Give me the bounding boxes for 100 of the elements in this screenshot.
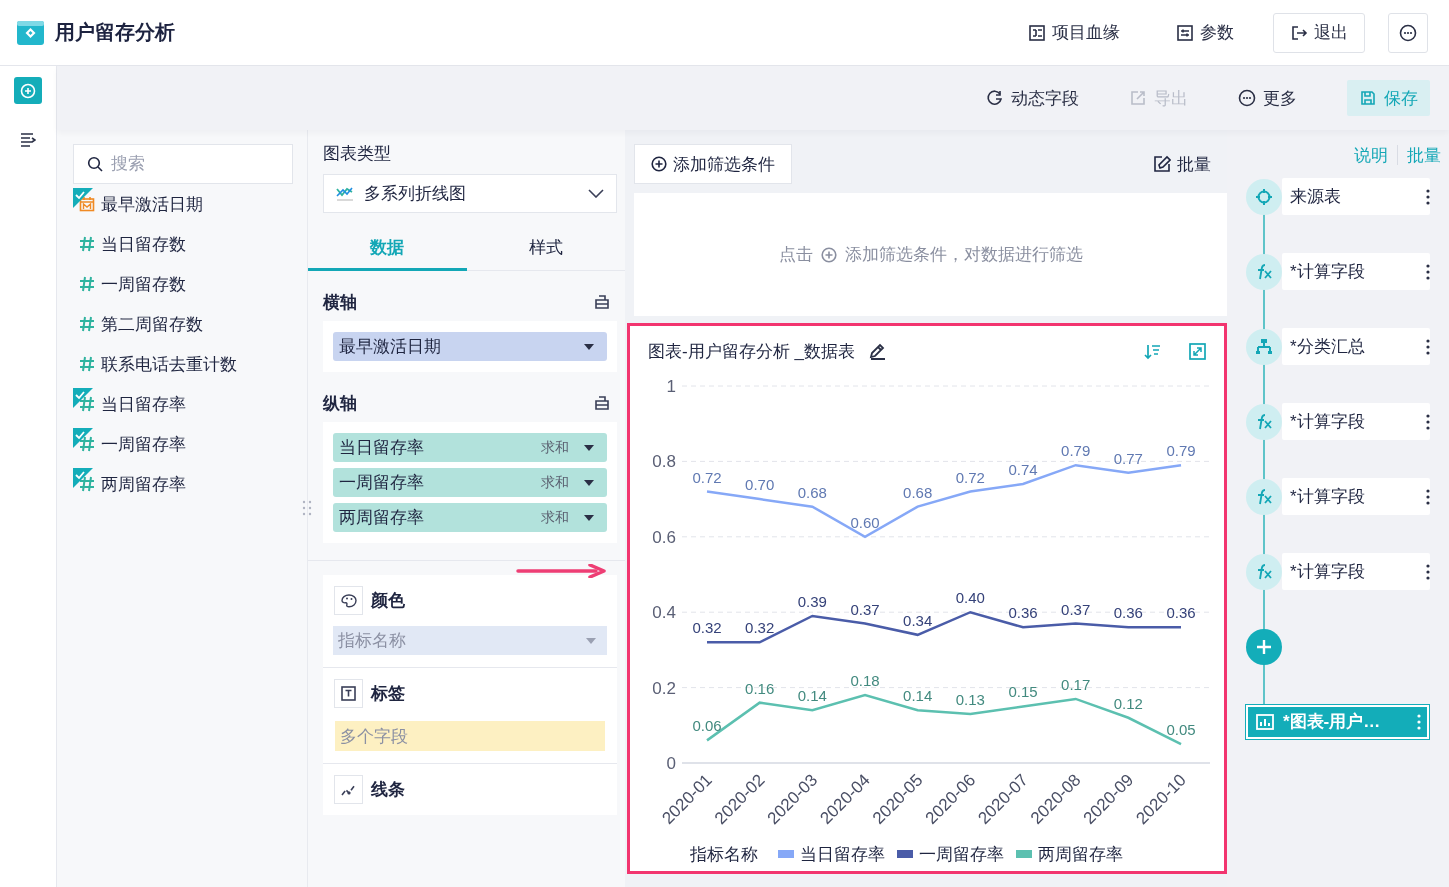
plus-circle-icon — [651, 156, 667, 172]
fullscreen-icon[interactable] — [1189, 342, 1206, 360]
dropdown-icon — [583, 443, 595, 452]
palette-button[interactable] — [334, 586, 363, 615]
save-icon — [1359, 89, 1377, 107]
data-label: 0.12 — [1113, 694, 1143, 712]
calendar-icon — [79, 196, 95, 212]
target-icon — [1255, 187, 1273, 206]
legend-label[interactable]: 两周留存率 — [1038, 842, 1123, 866]
lineage-button[interactable]: 项目血缘 — [1028, 12, 1120, 53]
add-step-button[interactable] — [1246, 628, 1282, 665]
sort-icon[interactable] — [1144, 342, 1161, 360]
y-tick-label: 0.6 — [652, 527, 676, 547]
number-field-icon — [79, 436, 95, 452]
export-icon — [1129, 89, 1147, 107]
field-item[interactable]: 一周留存数 — [73, 264, 293, 304]
more-vertical-icon[interactable] — [1426, 488, 1430, 505]
parameters-icon — [1176, 23, 1194, 42]
step-node[interactable] — [1246, 178, 1282, 215]
data-label: 0.13 — [955, 691, 985, 708]
legend-label[interactable]: 当日留存率 — [800, 842, 885, 866]
field-pill[interactable]: 当日留存率 求和 — [333, 433, 607, 462]
field-item[interactable]: 当日留存数 — [73, 224, 293, 264]
data-label: 0.36 — [1166, 604, 1196, 622]
clear-icon[interactable] — [593, 394, 611, 412]
field-name: 一周留存数 — [101, 273, 186, 296]
number-field-icon — [79, 316, 95, 332]
field-item[interactable]: 最早激活日期 — [73, 184, 293, 224]
hint-text: 添加筛选条件，对数据进行筛选 — [844, 244, 1083, 266]
lineage-icon — [1028, 23, 1046, 42]
y-tick-label: 1 — [666, 377, 676, 396]
number-field-icon — [79, 476, 95, 492]
more-vertical-icon[interactable] — [1426, 188, 1430, 205]
more-vertical-icon[interactable] — [1426, 263, 1430, 280]
data-label: 0.15 — [1008, 683, 1038, 701]
drag-handle[interactable] — [302, 500, 312, 516]
parameters-button[interactable]: 参数 — [1176, 12, 1234, 53]
field-item[interactable]: 当日留存率 — [73, 384, 293, 424]
data-label: 0.34 — [903, 611, 933, 629]
field-pill[interactable]: 两周留存率 求和 — [333, 503, 607, 532]
function-icon — [1255, 563, 1273, 580]
step-card[interactable]: 来源表 — [1282, 178, 1430, 215]
refresh-icon — [986, 89, 1004, 107]
field-pill[interactable]: 最早激活日期 — [333, 332, 607, 361]
field-name: 最早激活日期 — [101, 193, 203, 216]
more-button[interactable] — [1388, 12, 1428, 53]
step-card[interactable]: *计算字段 — [1282, 478, 1430, 515]
number-field-icon — [79, 236, 95, 252]
function-icon — [1255, 263, 1273, 280]
edit-icon[interactable] — [868, 342, 886, 360]
field-item[interactable]: 两周留存率 — [73, 464, 293, 504]
exit-button[interactable]: 退出 — [1273, 12, 1365, 53]
chevron-down-icon — [588, 189, 604, 198]
dropdown-icon — [585, 636, 597, 645]
chart-title: 图表-用户留存分析 _数据表 — [648, 340, 855, 363]
add-button[interactable] — [14, 77, 42, 104]
step-card[interactable]: *计算字段 — [1282, 553, 1430, 590]
more-vertical-icon[interactable] — [1426, 563, 1430, 580]
field-name: 一周留存率 — [101, 433, 186, 456]
label-button[interactable] — [334, 679, 363, 708]
y-tick-label: 0.4 — [652, 603, 676, 623]
step-node[interactable] — [1246, 478, 1282, 515]
field-item[interactable]: 第二周留存数 — [73, 304, 293, 344]
add-filter-button[interactable]: 添加筛选条件 — [634, 144, 792, 184]
step-card[interactable]: *分类汇总 — [1282, 328, 1430, 365]
step-node[interactable] — [1246, 328, 1282, 365]
step-card[interactable]: *计算字段 — [1282, 403, 1430, 440]
step-node[interactable] — [1246, 253, 1282, 290]
more-vertical-icon[interactable] — [1426, 413, 1430, 430]
field-pill[interactable]: 一周留存率 求和 — [333, 468, 607, 497]
clear-icon[interactable] — [593, 293, 611, 311]
text-icon — [341, 686, 356, 701]
list-icon[interactable] — [20, 132, 36, 148]
field-name: 联系电话去重计数 — [101, 353, 237, 376]
more-button[interactable]: 更多 — [1238, 80, 1297, 116]
legend-label[interactable]: 一周留存率 — [919, 842, 1004, 866]
more-icon — [1399, 23, 1417, 42]
dynamic-field-button[interactable]: 动态字段 — [986, 80, 1079, 116]
data-label: 0.68 — [797, 483, 827, 501]
step-card[interactable]: *计算字段 — [1282, 253, 1430, 290]
tab[interactable]: 样式 — [466, 226, 625, 271]
field-name: 当日留存率 — [101, 393, 186, 416]
function-icon — [1255, 488, 1273, 505]
search-field[interactable]: 搜索 — [73, 144, 293, 184]
more-vertical-icon[interactable] — [1426, 338, 1430, 355]
data-label: 0.32 — [692, 619, 722, 637]
line-style-button[interactable] — [334, 775, 363, 804]
app-title: 用户留存分析 — [55, 20, 175, 45]
data-label: 0.14 — [797, 687, 827, 705]
field-item[interactable]: 一周留存率 — [73, 424, 293, 464]
chart-type-select[interactable]: 多系列折线图 — [323, 174, 617, 213]
batch-button[interactable]: 批量 — [1153, 152, 1211, 176]
step-node[interactable] — [1246, 553, 1282, 590]
y-tick-label: 0.8 — [652, 452, 676, 472]
section-title: 横轴 — [323, 291, 357, 314]
field-item[interactable]: 联系电话去重计数 — [73, 344, 293, 384]
plus-circle-icon — [820, 246, 837, 263]
step-node[interactable] — [1246, 403, 1282, 440]
field-name: 两周留存率 — [101, 473, 186, 496]
data-label: 0.39 — [797, 592, 827, 610]
